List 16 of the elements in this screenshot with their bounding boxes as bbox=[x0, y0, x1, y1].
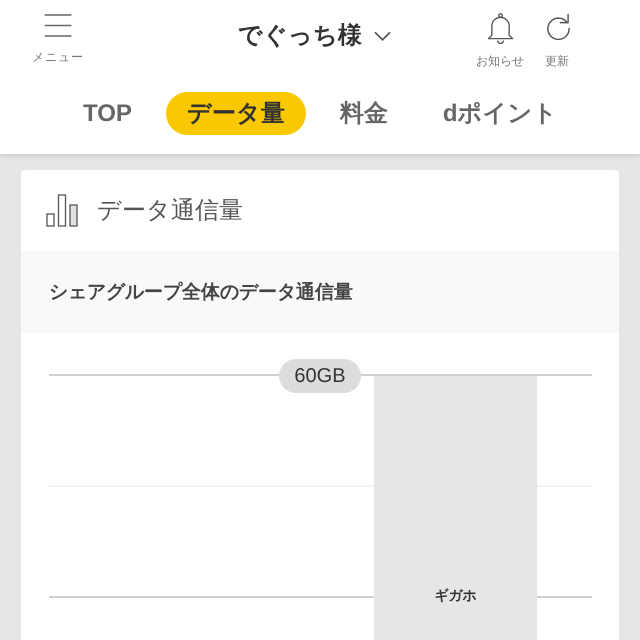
card-title: データ通信量 bbox=[97, 198, 243, 222]
notifications-button[interactable]: お知らせ bbox=[476, 13, 524, 67]
section-title: シェアグループ全体のデータ通信量 bbox=[49, 282, 353, 302]
limit-label: 60GB bbox=[279, 359, 361, 393]
bar-chart-icon bbox=[46, 194, 78, 227]
bar-label: ギガホ bbox=[434, 588, 478, 602]
nav-tab[interactable]: 料金 bbox=[318, 92, 409, 135]
nav-tab[interactable]: dポイント bbox=[422, 92, 579, 135]
menu-icon bbox=[44, 14, 72, 37]
nav-tab[interactable]: TOP bbox=[62, 92, 153, 135]
caret-icon bbox=[374, 31, 391, 41]
refresh-button[interactable]: 更新 bbox=[542, 13, 572, 67]
menu-button[interactable]: メニュー bbox=[30, 14, 86, 63]
account-dropdown[interactable]: でぐっち様 bbox=[238, 24, 391, 48]
bell-icon bbox=[486, 13, 514, 44]
nav-tab[interactable]: データ量 bbox=[166, 92, 306, 135]
